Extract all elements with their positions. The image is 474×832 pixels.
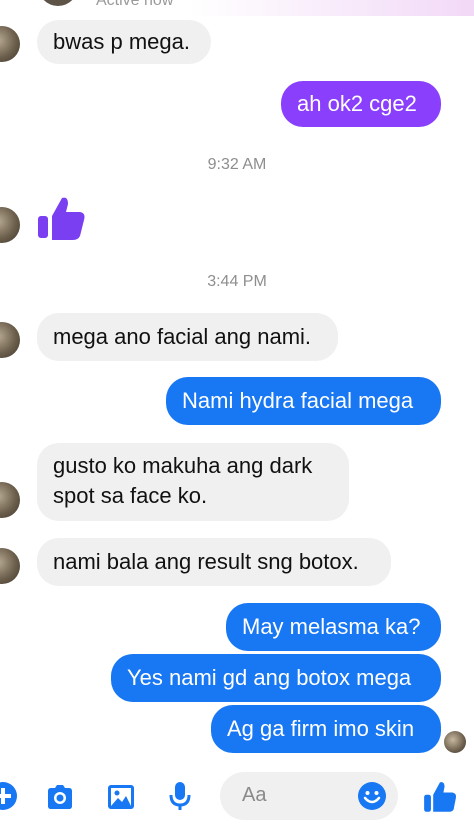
- camera-icon[interactable]: [45, 782, 75, 812]
- timestamp: 3:44 PM: [207, 273, 267, 290]
- avatar[interactable]: [0, 322, 20, 358]
- received-message[interactable]: gusto ko makuha ang dark spot sa face ko…: [37, 443, 349, 521]
- emoji-icon[interactable]: [357, 781, 387, 811]
- received-message[interactable]: bwas p mega.: [37, 20, 211, 64]
- chat-header: [0, 0, 474, 16]
- sent-message[interactable]: Ag ga firm imo skin: [211, 705, 441, 753]
- timestamp: 9:32 AM: [207, 156, 267, 173]
- gallery-icon[interactable]: [106, 782, 136, 812]
- seen-avatar: [444, 731, 466, 753]
- message-input[interactable]: Aa: [220, 772, 398, 820]
- sent-message[interactable]: ah ok2 cge2: [281, 81, 441, 127]
- sent-message[interactable]: May melasma ka?: [226, 603, 441, 651]
- avatar[interactable]: [0, 482, 20, 518]
- sent-message[interactable]: Nami hydra facial mega: [166, 377, 441, 425]
- microphone-icon[interactable]: [165, 781, 195, 811]
- received-message[interactable]: mega ano facial ang nami.: [37, 313, 338, 361]
- avatar[interactable]: [0, 207, 20, 243]
- received-message[interactable]: nami bala ang result sng botox.: [37, 538, 391, 586]
- sent-message[interactable]: Yes nami gd ang botox mega: [111, 654, 441, 702]
- thumbs-up-icon[interactable]: [423, 780, 457, 814]
- avatar[interactable]: [0, 548, 20, 584]
- avatar[interactable]: [0, 26, 20, 62]
- message-input-placeholder: Aa: [242, 784, 267, 806]
- plus-icon[interactable]: [0, 781, 18, 811]
- thumbs-up-icon[interactable]: [36, 194, 86, 244]
- active-status: Active now: [96, 0, 174, 9]
